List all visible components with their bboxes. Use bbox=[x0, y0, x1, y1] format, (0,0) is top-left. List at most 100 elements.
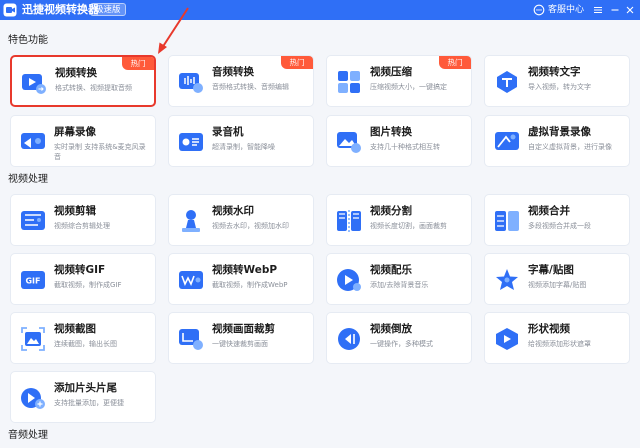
card-desc: 压缩视频大小，一键搞定 bbox=[370, 83, 447, 91]
card-image-convert[interactable]: 图片转换 支持几十种格式相互转 bbox=[326, 115, 472, 167]
card-desc: 自定义虚拟背景，进行录像 bbox=[528, 143, 612, 151]
card-video-to-webp[interactable]: 视频转WebP 截取视频，制作成WebP bbox=[168, 253, 314, 305]
card-title: 视频截图 bbox=[54, 323, 96, 335]
card-video-merge[interactable]: 视频合并 多段视频合并成一段 bbox=[484, 194, 630, 246]
crop-icon bbox=[179, 329, 203, 350]
card-desc: 给视频添加形状遮罩 bbox=[528, 340, 591, 348]
card-desc: 连续截图，输出长图 bbox=[54, 340, 117, 348]
subtitle-icon bbox=[496, 269, 518, 290]
card-video-convert[interactable]: 视频转换 格式转换、视频提取音频 热门 bbox=[10, 55, 156, 107]
close-icon bbox=[626, 6, 634, 14]
card-title: 音频转换 bbox=[212, 66, 254, 78]
title-bar: 迅捷视频转换器 极速版 客服中心 bbox=[0, 0, 640, 20]
card-video-compress[interactable]: 视频压缩 压缩视频大小，一键搞定 热门 bbox=[326, 55, 472, 107]
card-video-screenshot[interactable]: 视频截图 连续截图，输出长图 bbox=[10, 312, 156, 364]
card-shape-video[interactable]: 形状视频 给视频添加形状遮罩 bbox=[484, 312, 630, 364]
card-title: 视频转文字 bbox=[528, 66, 581, 78]
card-desc: 添加/去除背景音乐 bbox=[370, 281, 429, 289]
app-title: 迅捷视频转换器 bbox=[22, 3, 99, 16]
card-video-split[interactable]: 视频分割 视频长度切割，画面裁剪 bbox=[326, 194, 472, 246]
close-button[interactable] bbox=[623, 3, 637, 17]
video-edit-icon bbox=[21, 211, 45, 230]
hot-badge: 热门 bbox=[122, 57, 154, 70]
card-desc: 支持几十种格式相互转 bbox=[370, 143, 440, 151]
reverse-icon bbox=[338, 328, 360, 350]
card-title: 视频水印 bbox=[212, 205, 254, 217]
minimize-button[interactable] bbox=[608, 3, 622, 17]
card-desc: 一键操作，多种模式 bbox=[370, 340, 433, 348]
recorder-icon bbox=[179, 133, 203, 151]
audio-convert-icon bbox=[179, 73, 203, 93]
screenshot-icon bbox=[21, 327, 45, 351]
screen-record-icon bbox=[21, 133, 45, 149]
video-to-text-icon bbox=[497, 71, 517, 93]
card-desc: 音频格式转换、音频编辑 bbox=[212, 83, 289, 91]
content-area[interactable]: 特色功能 视频处理 音频处理 视频转换 格式转换、视频提取音频 热门 音频转换 … bbox=[0, 20, 640, 448]
card-watermark[interactable]: 视频水印 视频去水印，视频加水印 bbox=[168, 194, 314, 246]
svg-text:GIF: GIF bbox=[25, 277, 40, 286]
video-merge-icon bbox=[495, 211, 519, 231]
card-desc: 视频长度切割，画面裁剪 bbox=[370, 222, 447, 230]
card-intro-outro[interactable]: 添加片头片尾 支持批量添加，更便捷 bbox=[10, 371, 156, 423]
card-desc: 格式转换、视频提取音频 bbox=[55, 84, 132, 92]
card-title: 视频压缩 bbox=[370, 66, 412, 78]
video-compress-icon bbox=[338, 71, 360, 93]
card-title: 视频转GIF bbox=[54, 264, 106, 276]
app-logo bbox=[3, 3, 17, 17]
card-video-to-gif[interactable]: GIF 视频转GIF 截取视频，制作成GIF bbox=[10, 253, 156, 305]
card-title: 虚拟背景录像 bbox=[528, 126, 591, 138]
card-desc: 截取视频，制作成WebP bbox=[212, 281, 288, 289]
card-title: 视频配乐 bbox=[370, 264, 412, 276]
card-title: 视频分割 bbox=[370, 205, 412, 217]
card-title: 视频倒放 bbox=[370, 323, 412, 335]
gif-icon: GIF bbox=[21, 271, 45, 289]
hot-badge: 热门 bbox=[281, 56, 313, 69]
card-desc: 一键快速裁剪画面 bbox=[212, 340, 268, 348]
card-title: 视频转WebP bbox=[212, 264, 278, 276]
card-video-edit[interactable]: 视频剪辑 视频综合剪辑处理 bbox=[10, 194, 156, 246]
card-desc: 视频去水印，视频加水印 bbox=[212, 222, 289, 230]
chat-bubble-icon[interactable] bbox=[533, 4, 545, 16]
card-title: 形状视频 bbox=[528, 323, 570, 335]
card-title: 添加片头片尾 bbox=[54, 382, 117, 394]
video-convert-icon bbox=[22, 74, 46, 94]
section-title-audio: 音频处理 bbox=[8, 430, 48, 441]
card-desc: 实时录制 支持系统&麦克风录音 bbox=[54, 143, 146, 161]
card-desc: 导入视频，转为文字 bbox=[528, 83, 591, 91]
card-title: 视频转换 bbox=[55, 67, 97, 79]
intro-outro-icon bbox=[21, 388, 45, 409]
card-title: 视频画面裁剪 bbox=[212, 323, 275, 335]
card-desc: 超清录制，智能降噪 bbox=[212, 143, 275, 151]
edition-badge: 极速版 bbox=[90, 3, 126, 16]
card-desc: 视频添加字幕/贴图 bbox=[528, 281, 587, 289]
card-desc: 多段视频合并成一段 bbox=[528, 222, 591, 230]
card-recorder[interactable]: 录音机 超清录制，智能降噪 bbox=[168, 115, 314, 167]
image-convert-icon bbox=[337, 132, 361, 153]
card-virtual-bg[interactable]: 虚拟背景录像 自定义虚拟背景，进行录像 bbox=[484, 115, 630, 167]
virtual-bg-icon bbox=[495, 132, 519, 150]
customer-service-link[interactable]: 客服中心 bbox=[548, 4, 584, 16]
section-title-video: 视频处理 bbox=[8, 174, 48, 185]
card-video-music[interactable]: 视频配乐 添加/去除背景音乐 bbox=[326, 253, 472, 305]
card-video-reverse[interactable]: 视频倒放 一键操作，多种模式 bbox=[326, 312, 472, 364]
card-title: 视频剪辑 bbox=[54, 205, 96, 217]
menu-icon bbox=[594, 6, 602, 14]
card-title: 图片转换 bbox=[370, 126, 412, 138]
video-split-icon bbox=[337, 210, 361, 232]
card-desc: 截取视频，制作成GIF bbox=[54, 281, 122, 289]
music-icon bbox=[337, 269, 361, 291]
card-video-to-text[interactable]: 视频转文字 导入视频，转为文字 bbox=[484, 55, 630, 107]
card-desc: 支持批量添加，更便捷 bbox=[54, 399, 124, 407]
card-screen-record[interactable]: 屏幕录像 实时录制 支持系统&麦克风录音 bbox=[10, 115, 156, 167]
webp-icon bbox=[179, 271, 203, 289]
shape-icon bbox=[496, 328, 518, 350]
hot-badge: 热门 bbox=[439, 56, 471, 69]
minimize-icon bbox=[611, 9, 619, 11]
card-video-crop[interactable]: 视频画面裁剪 一键快速裁剪画面 bbox=[168, 312, 314, 364]
card-subtitle-sticker[interactable]: 字幕/贴图 视频添加字幕/贴图 bbox=[484, 253, 630, 305]
card-title: 录音机 bbox=[212, 126, 244, 138]
menu-button[interactable] bbox=[591, 3, 605, 17]
card-title: 字幕/贴图 bbox=[528, 264, 574, 276]
card-audio-convert[interactable]: 音频转换 音频格式转换、音频编辑 热门 bbox=[168, 55, 314, 107]
card-title: 屏幕录像 bbox=[54, 126, 96, 138]
